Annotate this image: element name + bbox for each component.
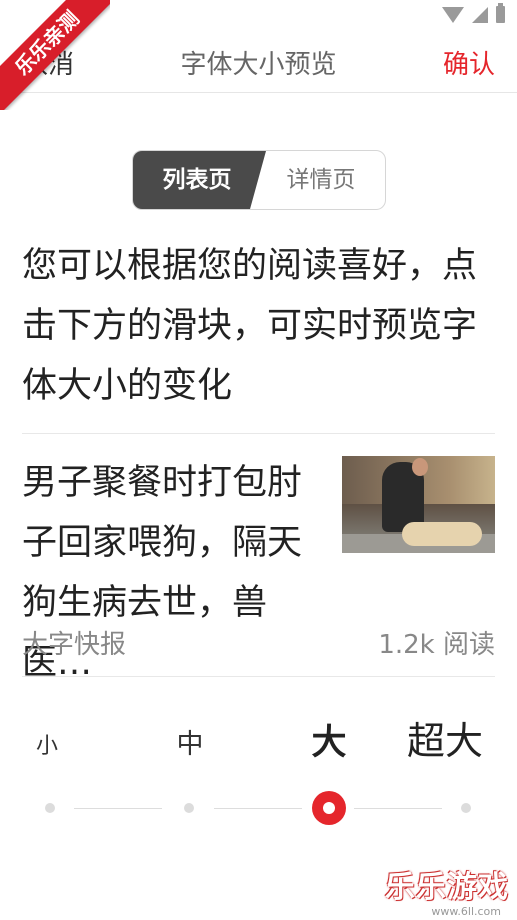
ribbon-label: 乐乐亲测	[0, 0, 110, 110]
size-option-medium[interactable]: 中	[160, 722, 220, 761]
size-option-large[interactable]: 大	[298, 714, 360, 765]
battery-icon	[496, 3, 505, 23]
slider-track	[354, 808, 442, 809]
corner-ribbon: 乐乐亲测	[0, 0, 110, 110]
size-option-extra-large[interactable]: 超大	[395, 710, 495, 765]
font-size-slider[interactable]	[40, 790, 480, 830]
tab-detail-page[interactable]: 详情页	[257, 151, 385, 209]
signal-icon	[472, 6, 488, 23]
slider-track	[214, 808, 302, 809]
confirm-button[interactable]: 确认	[443, 44, 495, 81]
slider-stop-small[interactable]	[45, 803, 55, 813]
slider-knob[interactable]	[312, 791, 346, 825]
slider-track	[74, 808, 162, 809]
preview-mode-tabs: 列表页 详情页	[132, 150, 386, 210]
watermark-logo: 乐乐游戏	[385, 870, 509, 905]
slider-stop-extra-large[interactable]	[461, 803, 471, 813]
divider	[22, 433, 495, 434]
preview-intro-text: 您可以根据您的阅读喜好，点击下方的滑块，可实时预览字体大小的变化	[22, 246, 478, 406]
news-source: 大字快报	[22, 630, 127, 660]
news-read-count: 1.2k 阅读	[378, 630, 495, 660]
watermark-url: www.6ll.com	[431, 905, 501, 918]
news-thumbnail[interactable]	[342, 456, 495, 553]
size-option-small[interactable]: 小	[22, 728, 72, 760]
wifi-icon	[442, 6, 464, 23]
tab-list-page[interactable]: 列表页	[133, 151, 261, 209]
divider	[22, 676, 495, 677]
slider-stop-medium[interactable]	[184, 803, 194, 813]
